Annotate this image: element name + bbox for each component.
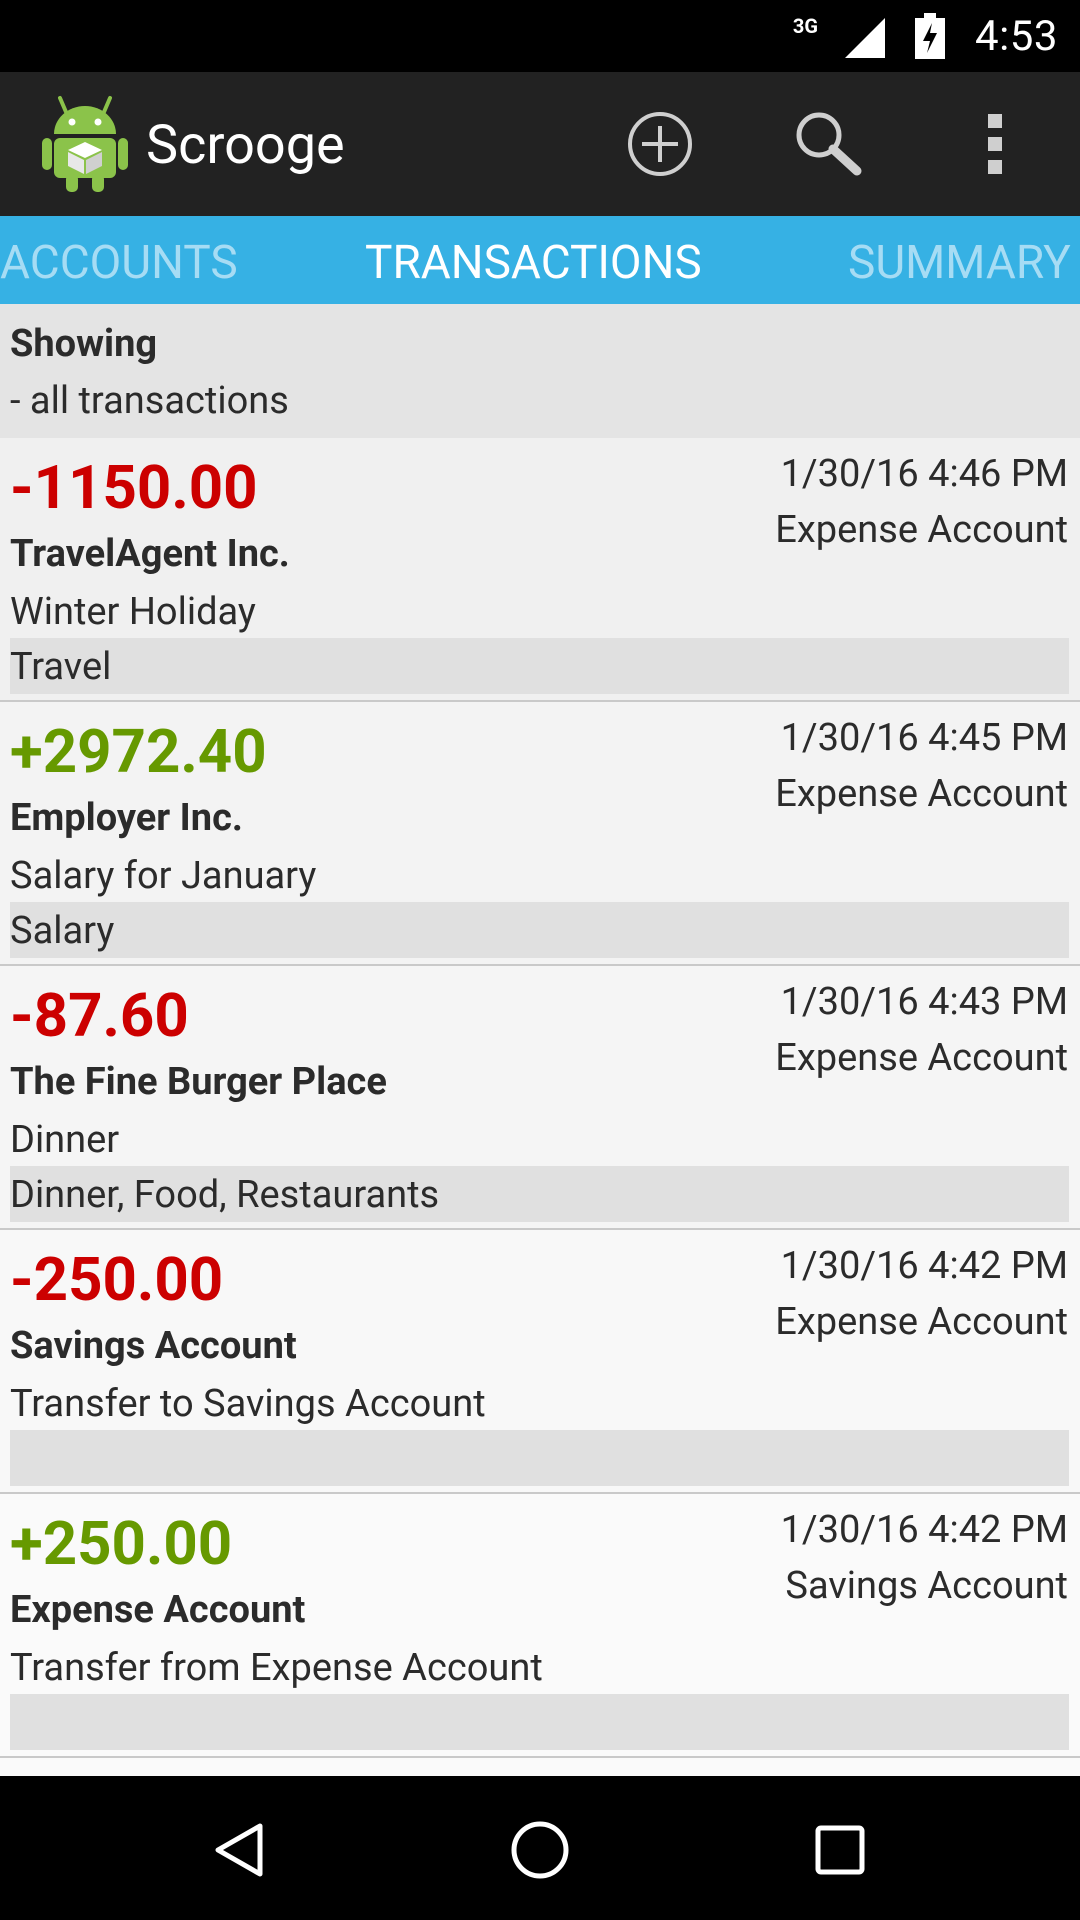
transaction-datetime: 1/30/16 4:42 PM xyxy=(780,1508,1068,1552)
action-bar: Scrooge xyxy=(0,72,1080,216)
transaction-description: Dinner xyxy=(10,1118,120,1162)
transaction-category: Salary xyxy=(10,902,1069,958)
add-circle-icon xyxy=(628,112,692,176)
transaction-category: Dinner, Food, Restaurants xyxy=(10,1166,1069,1222)
overflow-menu-button[interactable] xyxy=(956,104,1036,184)
filter-subtitle: - all transactions xyxy=(10,379,289,423)
app-title: Scrooge xyxy=(146,114,345,177)
transaction-amount: +2972.40 xyxy=(10,716,267,787)
app-logo-icon xyxy=(42,96,128,192)
transaction-description: Salary for January xyxy=(10,854,317,898)
transaction-row[interactable]: +250.00 Expense Account Transfer from Ex… xyxy=(0,1494,1080,1758)
tab-summary[interactable]: SUMMARY xyxy=(848,236,1071,290)
transaction-payee: Expense Account xyxy=(10,1588,306,1632)
transaction-account: Expense Account xyxy=(775,772,1068,816)
home-icon xyxy=(511,1821,569,1879)
filter-title: Showing xyxy=(10,322,158,366)
signal-icon xyxy=(845,18,885,58)
transaction-description: Transfer from Expense Account xyxy=(10,1646,543,1690)
transaction-payee: Savings Account xyxy=(10,1324,297,1368)
transaction-row[interactable]: -250.00 Savings Account Transfer to Savi… xyxy=(0,1230,1080,1494)
navigation-bar xyxy=(0,1776,1080,1920)
transaction-category xyxy=(10,1694,1069,1750)
recent-apps-button[interactable] xyxy=(800,1810,880,1890)
battery-icon xyxy=(915,13,945,59)
tab-transactions[interactable]: TRANSACTIONS xyxy=(365,236,702,290)
transaction-description: Transfer to Savings Account xyxy=(10,1382,486,1426)
transaction-payee: Employer Inc. xyxy=(10,796,243,840)
status-bar: 3G 4:53 xyxy=(0,0,1080,72)
transaction-amount: -1150.00 xyxy=(10,452,258,523)
tab-bar: ACCOUNTS TRANSACTIONS SUMMARY xyxy=(0,216,1080,304)
filter-header: Showing - all transactions xyxy=(0,304,1080,438)
transaction-row[interactable]: +2972.40 Employer Inc. Salary for Januar… xyxy=(0,702,1080,966)
transaction-datetime: 1/30/16 4:43 PM xyxy=(780,980,1068,1024)
transaction-account: Expense Account xyxy=(775,1300,1068,1344)
transaction-row[interactable]: -87.60 The Fine Burger Place Dinner Dinn… xyxy=(0,966,1080,1230)
tab-accounts[interactable]: ACCOUNTS xyxy=(0,236,238,290)
back-icon xyxy=(215,1823,263,1877)
transaction-account: Expense Account xyxy=(775,508,1068,552)
transaction-category xyxy=(10,1430,1069,1486)
transaction-category: Travel xyxy=(10,638,1069,694)
network-type: 3G xyxy=(792,14,818,38)
transaction-datetime: 1/30/16 4:45 PM xyxy=(780,716,1068,760)
recent-apps-icon xyxy=(815,1825,865,1875)
search-button[interactable] xyxy=(788,104,868,184)
transaction-row[interactable]: -1150.00 TravelAgent Inc. Winter Holiday… xyxy=(0,438,1080,702)
transaction-list: -1150.00 TravelAgent Inc. Winter Holiday… xyxy=(0,438,1080,1758)
transaction-account: Expense Account xyxy=(775,1036,1068,1080)
home-button[interactable] xyxy=(500,1810,580,1890)
add-transaction-button[interactable] xyxy=(620,104,700,184)
search-icon xyxy=(796,112,862,176)
transaction-payee: TravelAgent Inc. xyxy=(10,532,290,576)
transaction-amount: -87.60 xyxy=(10,980,189,1051)
transaction-datetime: 1/30/16 4:42 PM xyxy=(780,1244,1068,1288)
overflow-menu-icon xyxy=(988,114,1002,174)
transaction-amount: -250.00 xyxy=(10,1244,224,1315)
transaction-payee: The Fine Burger Place xyxy=(10,1060,387,1104)
transaction-amount: +250.00 xyxy=(10,1508,233,1579)
transaction-account: Savings Account xyxy=(785,1564,1068,1608)
transaction-datetime: 1/30/16 4:46 PM xyxy=(780,452,1068,496)
clock: 4:53 xyxy=(975,11,1058,61)
transaction-description: Winter Holiday xyxy=(10,590,256,634)
back-button[interactable] xyxy=(200,1810,280,1890)
